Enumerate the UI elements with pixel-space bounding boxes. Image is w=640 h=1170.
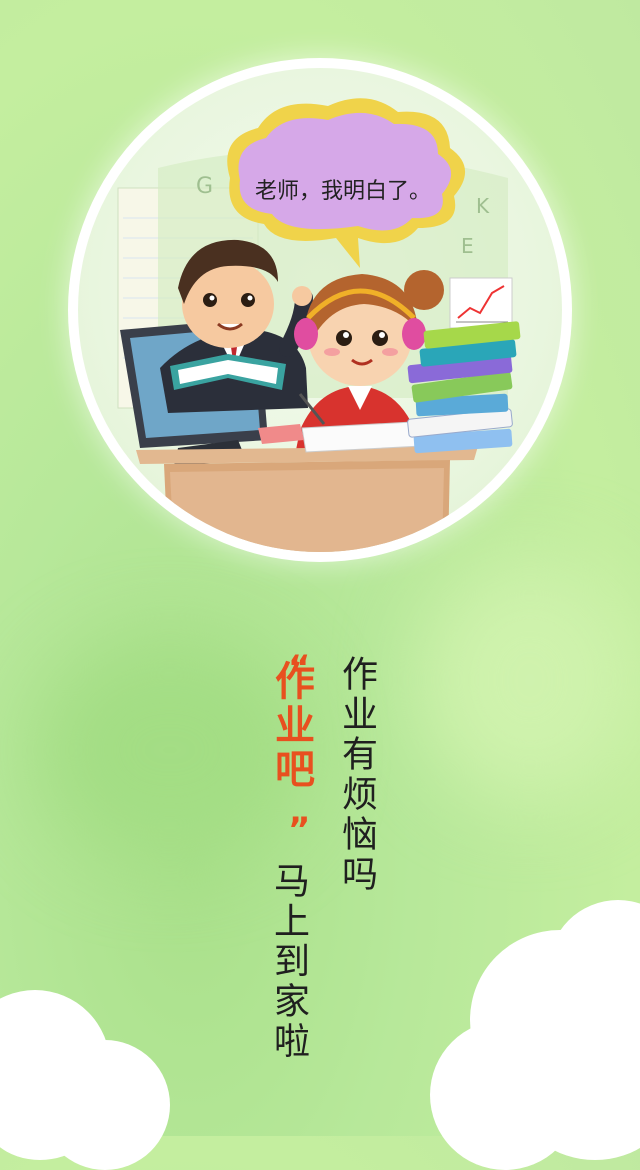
speech-bubble-text: 老师，我明白了。: [254, 179, 431, 204]
quote-close: ”: [288, 810, 311, 850]
brand-name: 作业吧: [268, 660, 314, 792]
tagline-line1: 作业有烦恼吗: [336, 655, 377, 895]
chart-card-icon: [449, 277, 513, 329]
illustration: G K E 老师，我明白了。: [78, 68, 562, 552]
background-blob: [40, 640, 300, 860]
background-blob: [420, 560, 640, 800]
board-letter: K: [476, 194, 490, 218]
board-letter: G: [196, 174, 213, 199]
classroom-illustration: G K E: [117, 98, 521, 552]
board-letter: E: [461, 234, 474, 258]
tagline-line2: 马上到家啦: [268, 862, 309, 1062]
speech-bubble-label: 老师，我明白了。: [228, 154, 458, 224]
